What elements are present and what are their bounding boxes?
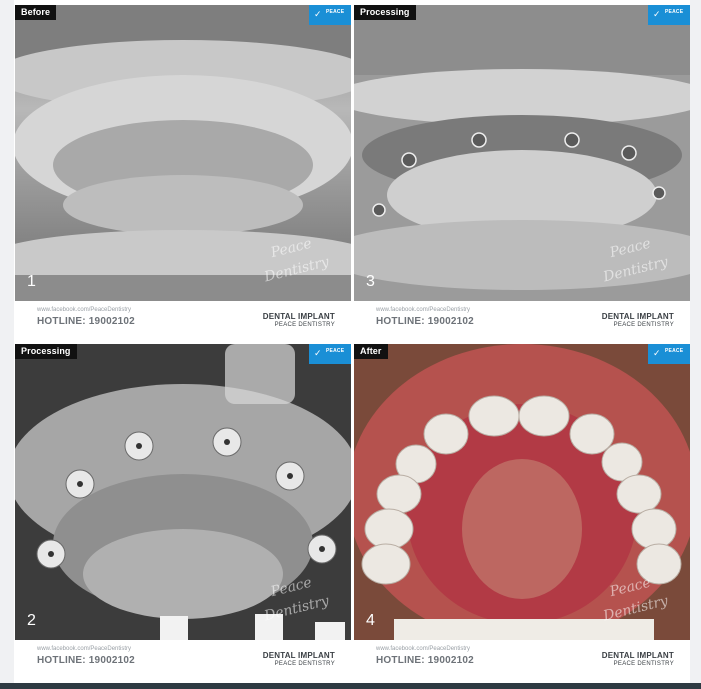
photo-panel-processing-implants[interactable]: Processing ✓ PEACE 3 Peace Dentistry www… (354, 5, 690, 336)
service-label: DENTAL IMPLANT (262, 651, 335, 660)
logo-brand: PEACE (326, 348, 345, 354)
dental-photo: Processing ✓ PEACE 2 Peace Dentistry (15, 344, 351, 640)
facebook-url: www.facebook.com/PeaceDentistry (37, 646, 132, 652)
page-frame-left (0, 0, 14, 683)
photo-panel-before[interactable]: Before ✓ PEACE 1 Peace Dentistry www.fac… (15, 5, 351, 336)
clinic-logo: ✓ PEACE (648, 5, 690, 25)
facebook-url: www.facebook.com/PeaceDentistry (376, 646, 471, 652)
service-label: DENTAL IMPLANT (601, 312, 674, 321)
bottom-bar (0, 683, 701, 689)
logo-brand: PEACE (326, 9, 345, 15)
bird-logo-icon: ✓ (653, 9, 661, 19)
panel-footer: www.facebook.com/PeaceDentistry HOTLINE:… (15, 301, 351, 336)
panel-footer: www.facebook.com/PeaceDentistry HOTLINE:… (15, 640, 351, 675)
facebook-url: www.facebook.com/PeaceDentistry (37, 307, 132, 313)
clinic-name: PEACE DENTISTRY (274, 322, 335, 328)
photo-panel-after[interactable]: After ✓ PEACE 4 Peace Dentistry www.face… (354, 344, 690, 675)
hotline: HOTLINE: 19002102 (37, 316, 135, 327)
photo-panel-processing-abutments[interactable]: Processing ✓ PEACE 2 Peace Dentistry www… (15, 344, 351, 675)
bird-logo-icon: ✓ (314, 9, 322, 19)
dental-photo: Before ✓ PEACE 1 Peace Dentistry (15, 5, 351, 301)
dental-photo: Processing ✓ PEACE 3 Peace Dentistry (354, 5, 690, 301)
stage-label: Before (15, 5, 57, 20)
hotline: HOTLINE: 19002102 (37, 655, 135, 666)
clinic-name: PEACE DENTISTRY (613, 322, 674, 328)
bird-logo-icon: ✓ (314, 348, 322, 358)
hotline: HOTLINE: 19002102 (376, 316, 474, 327)
hotline: HOTLINE: 19002102 (376, 655, 474, 666)
panel-footer: www.facebook.com/PeaceDentistry HOTLINE:… (354, 640, 690, 675)
bird-logo-icon: ✓ (653, 348, 661, 358)
stage-label: Processing (15, 344, 77, 359)
clinic-name: PEACE DENTISTRY (613, 661, 674, 667)
panel-footer: www.facebook.com/PeaceDentistry HOTLINE:… (354, 301, 690, 336)
clinic-logo: ✓ PEACE (648, 344, 690, 364)
service-label: DENTAL IMPLANT (262, 312, 335, 321)
logo-brand: PEACE (665, 348, 684, 354)
clinic-logo: ✓ PEACE (309, 5, 351, 25)
page-frame-right (690, 0, 701, 683)
step-number: 3 (366, 273, 375, 290)
stage-label: After (354, 344, 388, 359)
dental-photo: After ✓ PEACE 4 Peace Dentistry (354, 344, 690, 640)
stage-label: Processing (354, 5, 416, 20)
logo-brand: PEACE (665, 9, 684, 15)
step-number: 2 (27, 612, 36, 629)
facebook-url: www.facebook.com/PeaceDentistry (376, 307, 471, 313)
step-number: 4 (366, 612, 375, 629)
clinic-name: PEACE DENTISTRY (274, 661, 335, 667)
service-label: DENTAL IMPLANT (601, 651, 674, 660)
clinic-logo: ✓ PEACE (309, 344, 351, 364)
step-number: 1 (27, 273, 36, 290)
